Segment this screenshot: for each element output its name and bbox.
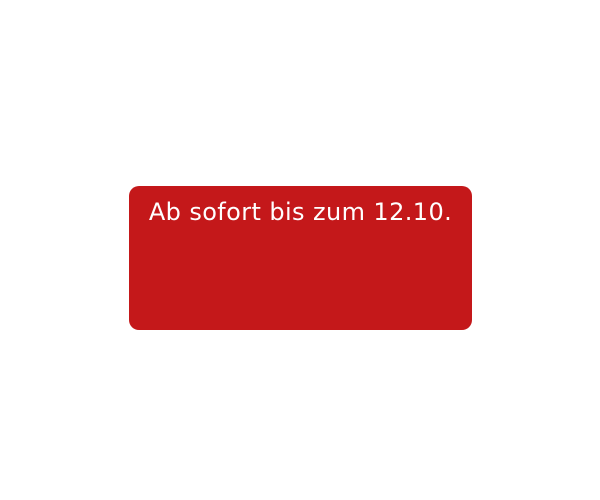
promo-banner: Ab sofort bis zum 12.10.: [129, 186, 472, 330]
page-canvas: Ab sofort bis zum 12.10.: [0, 0, 600, 500]
promo-banner-text: Ab sofort bis zum 12.10.: [148, 198, 453, 226]
